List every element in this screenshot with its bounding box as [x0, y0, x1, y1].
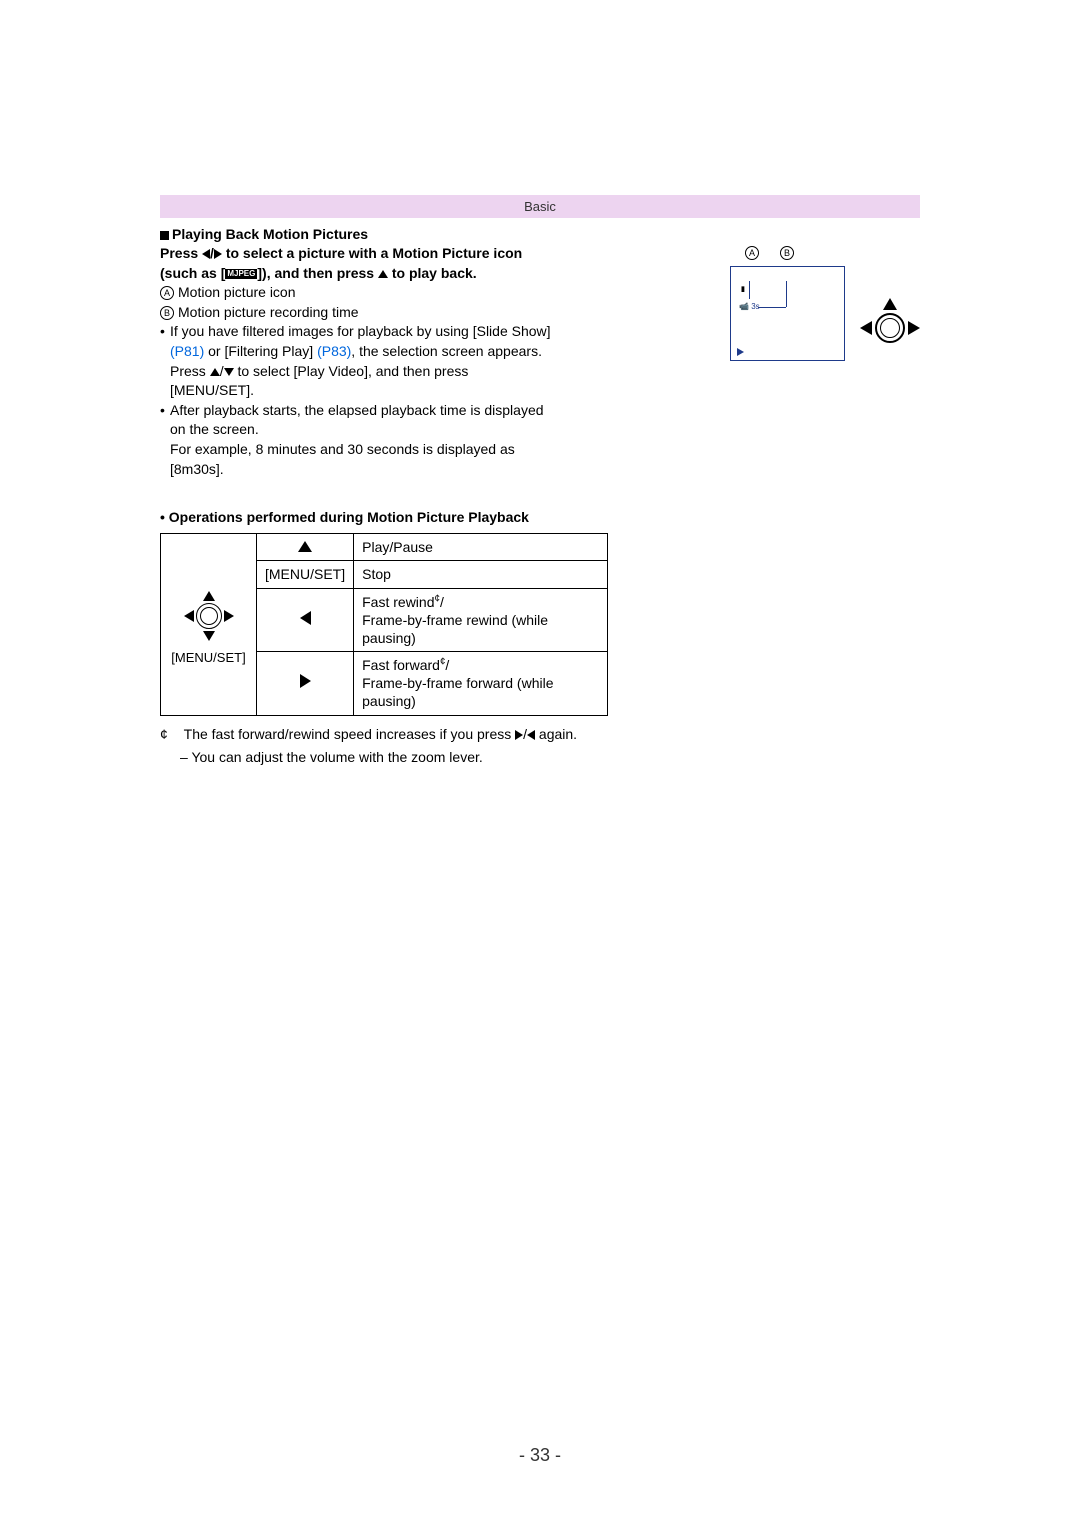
press-text-4: ]), and then press — [257, 265, 378, 281]
bullet2-text-b: For example, 8 minutes and 30 seconds is… — [170, 441, 515, 477]
header-band-text: Basic — [524, 199, 556, 214]
footnote-para: ¢ The fast forward/rewind speed increase… — [160, 724, 920, 745]
press-text-2: to select a picture with a Motion Pictur… — [222, 245, 522, 261]
link-p81[interactable]: (P81) — [170, 343, 204, 359]
dpad-small-down-icon — [203, 631, 215, 641]
rewind-desc: Fast rewind¢/ Frame-by-frame rewind (whi… — [354, 588, 608, 652]
pointer-line-a — [749, 281, 750, 299]
right-triangle-icon — [300, 674, 311, 688]
dpad-center-icon — [880, 318, 900, 338]
menu-set-label-diagram: [MENU/SET] — [165, 650, 252, 667]
bullet1-text-b: or [Filtering Play] — [204, 343, 317, 359]
forward-text-1: Fast forward — [362, 657, 440, 673]
right-arrow-icon — [214, 249, 222, 259]
section-title-text: Playing Back Motion Pictures — [172, 226, 368, 242]
rewind-text-1: Fast rewind — [362, 594, 434, 610]
left-arrow-icon — [527, 730, 535, 740]
diagram-label-b: B — [780, 246, 794, 260]
pointer-line-b — [758, 307, 786, 308]
bullet-elapsed: After playback starts, the elapsed playb… — [160, 401, 555, 479]
dpad-small-left-icon — [184, 610, 194, 622]
dpad-up-icon — [883, 298, 897, 310]
up-arrow-icon — [210, 368, 220, 376]
menu-set-cell: [MENU/SET] — [257, 561, 354, 588]
forward-desc: Fast forward¢/ Frame-by-frame forward (w… — [354, 652, 608, 716]
operations-heading-text: Operations performed during Motion Pictu… — [169, 509, 529, 525]
label-b-line: B Motion picture recording time — [160, 303, 555, 323]
play-pause-desc: Play/Pause — [354, 534, 608, 561]
mjpeg-badge-icon: MJPEG — [225, 269, 257, 279]
asterisk-mark: ¢ — [160, 724, 180, 745]
left-triangle-icon — [300, 611, 311, 625]
instruction-line-2: (such as [MJPEG]), and then press to pla… — [160, 264, 555, 284]
operations-table: [MENU/SET] Play/Pause [MENU/SET] Stop Fa… — [160, 533, 608, 716]
label-a-desc: Motion picture icon — [178, 284, 296, 300]
square-bullet-icon — [160, 231, 169, 240]
dpad-small-center-icon — [200, 607, 218, 625]
rewind-text-2: Frame-by-frame rewind (while pausing) — [362, 612, 548, 646]
stop-desc: Stop — [354, 561, 608, 588]
circle-b-icon: B — [160, 306, 174, 320]
footnote-text-b: again. — [535, 726, 577, 742]
dpad-small-icon — [179, 586, 239, 646]
section-title: Playing Back Motion Pictures — [160, 226, 920, 242]
up-triangle-icon — [298, 541, 312, 552]
press-text-5: to play back. — [388, 265, 477, 281]
diagram-label-a: A — [745, 246, 759, 260]
button-up-cell — [257, 534, 354, 561]
dpad-right-icon — [908, 321, 920, 335]
volume-note: – You can adjust the volume with the zoo… — [160, 749, 920, 765]
table-row: [MENU/SET] Play/Pause — [161, 534, 608, 561]
camera-screen-box: ▮ 📹 3s — [730, 266, 845, 361]
down-arrow-icon — [224, 368, 234, 376]
operations-heading: • Operations performed during Motion Pic… — [160, 509, 920, 525]
screen-rec-time: 📹 3s — [739, 302, 760, 311]
button-right-cell — [257, 652, 354, 716]
press-text-3: (such as [ — [160, 265, 225, 281]
footnote-text-a: The fast forward/rewind speed increases … — [184, 726, 516, 742]
bullet1-text-a: If you have filtered images for playback… — [170, 323, 551, 339]
footnote-sup: ¢ — [434, 593, 439, 604]
circle-a-icon: A — [160, 286, 174, 300]
screen-mjpeg-icon: ▮ — [741, 285, 745, 293]
bullet-filtered: If you have filtered images for playback… — [160, 322, 555, 400]
dpad-icon — [855, 293, 925, 363]
dpad-diagram-cell: [MENU/SET] — [161, 534, 257, 716]
footnote-sup: ¢ — [440, 656, 445, 667]
label-b-desc: Motion picture recording time — [178, 304, 359, 320]
section-header-band: Basic — [160, 195, 920, 218]
forward-text-2: Frame-by-frame forward (while pausing) — [362, 675, 553, 709]
screen-play-icon — [737, 348, 744, 356]
dpad-left-icon — [860, 321, 872, 335]
page-number: - 33 - — [0, 1445, 1080, 1466]
instruction-line: Press / to select a picture with a Motio… — [160, 244, 555, 264]
bullet2-text-a: After playback starts, the elapsed playb… — [170, 402, 544, 438]
right-arrow-icon — [515, 730, 523, 740]
dpad-small-right-icon — [224, 610, 234, 622]
up-arrow-icon — [378, 270, 388, 278]
press-text-1: Press — [160, 245, 202, 261]
dpad-small-up-icon — [203, 591, 215, 601]
button-left-cell — [257, 588, 354, 652]
label-a-line: A Motion picture icon — [160, 283, 555, 303]
volume-note-text: You can adjust the volume with the zoom … — [191, 749, 482, 765]
link-p83[interactable]: (P83) — [317, 343, 351, 359]
pointer-line-b-v — [786, 281, 787, 307]
left-arrow-icon — [202, 249, 210, 259]
